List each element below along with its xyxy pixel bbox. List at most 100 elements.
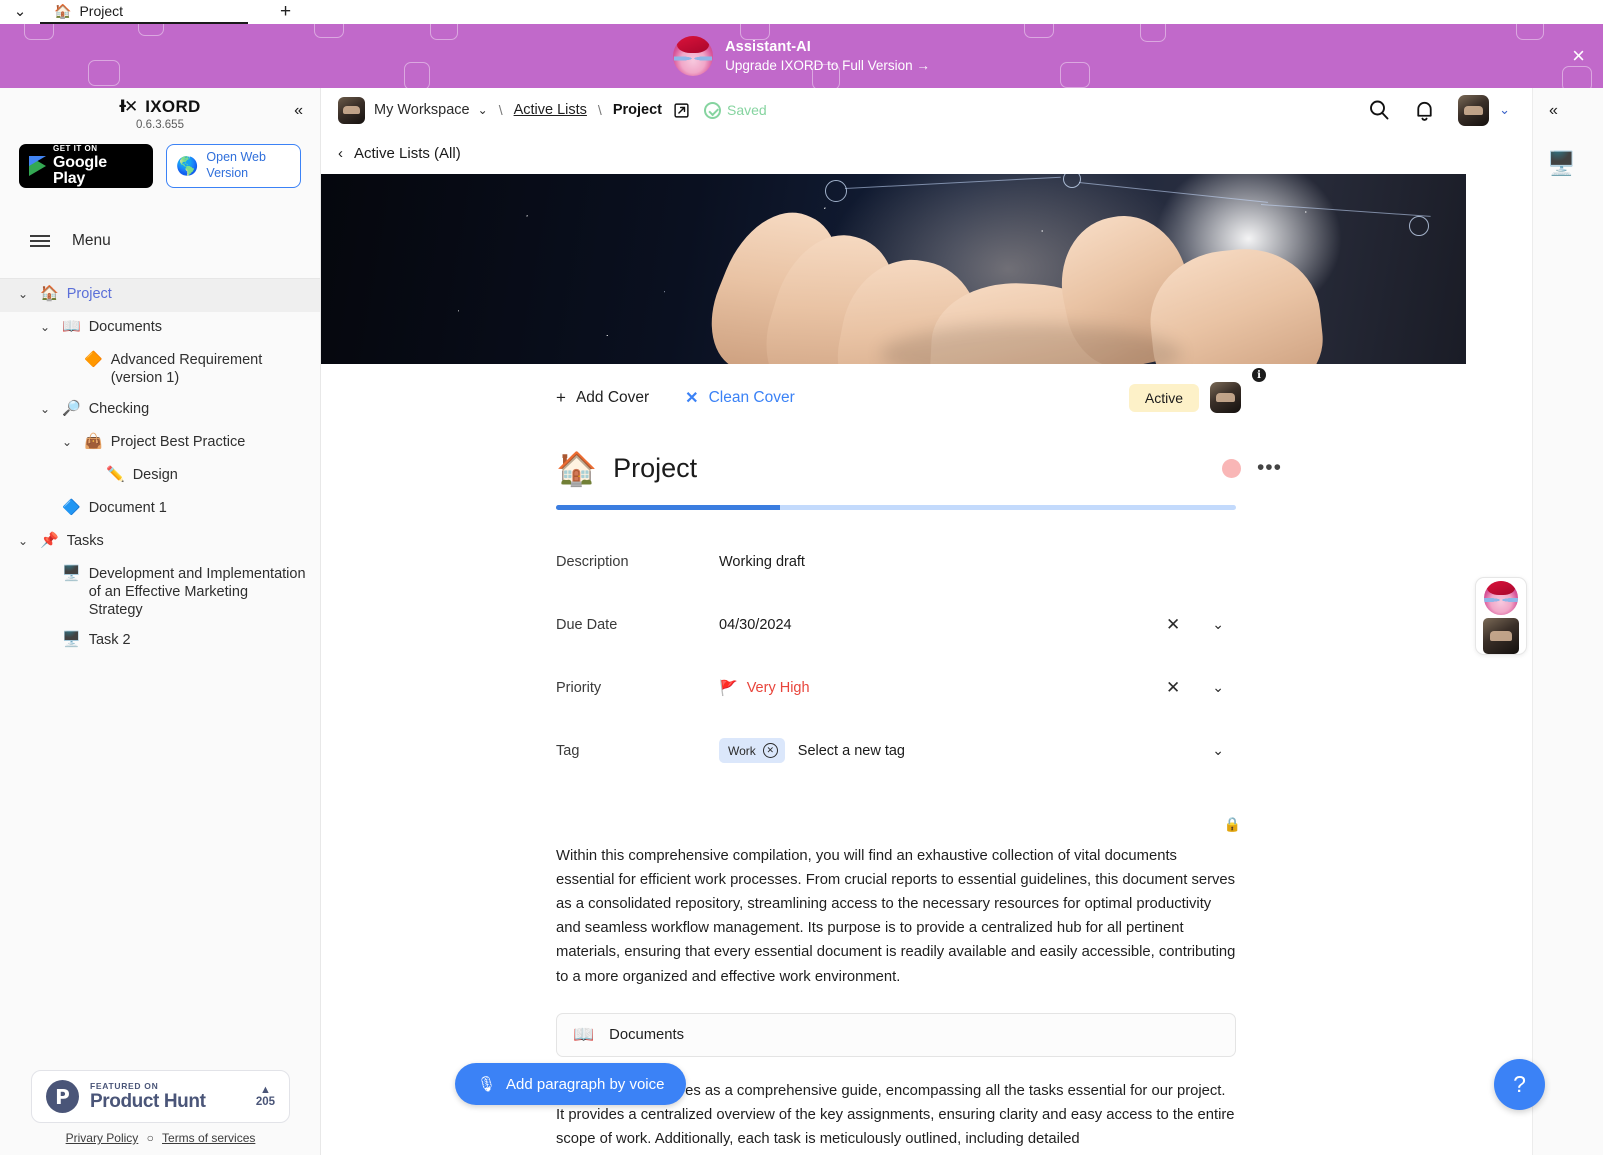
promo-title: Assistant-AI (725, 39, 811, 55)
property-row: Tag Work ✕ Select a new tag ✕⌄ (556, 719, 1236, 782)
sidebar-tree-item-label: Advanced Requirement (version 1) (110, 352, 263, 387)
record-title-row: 🏠 Project ••• (556, 450, 1281, 487)
property-value[interactable]: 🚩 Very High (719, 679, 1166, 697)
clean-cover-button[interactable]: ✕ Clean Cover (685, 388, 795, 408)
sidebar-tree-item-label: Tasks (66, 532, 104, 549)
rail-collapse-icon[interactable]: « (1549, 102, 1558, 120)
open-web-version-label: Open Web Version (206, 150, 266, 180)
privacy-policy-link[interactable]: Privary Policy (66, 1131, 139, 1145)
breadcrumb-active-lists[interactable]: Active Lists (514, 102, 587, 118)
tree-item-icon: 🖥️ (62, 631, 81, 649)
clean-cover-label: Clean Cover (708, 389, 795, 406)
assistant-ai-avatar[interactable] (1484, 581, 1518, 615)
sidebar-tree-item[interactable]: ✏️ Design (0, 460, 320, 493)
open-web-version-button[interactable]: 🌎 Open Web Version (166, 144, 301, 188)
chevron-down-icon[interactable]: ⌄ (478, 103, 488, 117)
promo-upgrade-link[interactable]: Upgrade IXORD to Full Version → (725, 58, 930, 73)
product-hunt-count: 205 (255, 1095, 275, 1108)
close-icon[interactable]: × (1572, 45, 1585, 67)
property-value[interactable]: Working draft (719, 554, 1224, 570)
sidebar-tree-item[interactable]: ⌄ 📖 Documents (0, 312, 320, 345)
search-icon[interactable] (1367, 98, 1391, 122)
add-cover-button[interactable]: + Add Cover (556, 388, 649, 408)
chevron-down-icon[interactable]: ⌄ (1212, 616, 1224, 633)
property-actions: ✕⌄ (1166, 741, 1236, 761)
sidebar-tree: ⌄ 🏠 Project ⌄ 📖 Documents 🔶 Advanced Requiremen… (0, 279, 320, 658)
app-version: 0.6.3.655 (136, 119, 184, 131)
sidebar-tree-item[interactable]: 🔷 Document 1 (0, 493, 320, 526)
breadcrumb-workspace[interactable]: My Workspace (374, 102, 470, 118)
ixord-logo-icon: Ɨ✕ (119, 97, 138, 117)
paragraph-1[interactable]: Within this comprehensive compilation, y… (556, 844, 1236, 989)
chevron-down-icon[interactable]: ⌄ (14, 285, 32, 301)
assignee-avatar[interactable] (1210, 382, 1241, 413)
terms-of-services-link[interactable]: Terms of services (162, 1131, 255, 1145)
property-row: Description Working draft (556, 530, 1236, 593)
clear-property-icon[interactable]: ✕ (1166, 615, 1180, 635)
sidebar-tree-item[interactable]: ⌄ 🏠 Project (0, 279, 320, 312)
page-title[interactable]: Project (613, 453, 697, 484)
chevron-down-icon[interactable]: ⌄ (1212, 679, 1224, 696)
house-icon: 🏠 (556, 450, 598, 487)
browser-tab-strip: ⌄ 🏠 Project + (0, 0, 1603, 24)
back-chevron-icon[interactable]: ‹ (338, 145, 343, 162)
chevron-down-icon[interactable]: ⌄ (58, 433, 76, 449)
tree-item-icon: 👜 (84, 432, 103, 450)
sidebar-tree-item-label: Documents (88, 319, 163, 335)
google-play-badge[interactable]: GET IT ON Google Play (19, 144, 153, 188)
property-value[interactable]: 04/30/2024 (719, 617, 1166, 633)
product-hunt-badge[interactable]: P FEATURED ON Product Hunt ▲ 205 (31, 1070, 290, 1123)
chevron-down-icon[interactable]: ⌄ (1212, 742, 1224, 759)
sidebar-collapse-icon[interactable]: « (294, 102, 303, 120)
info-icon[interactable]: i (1252, 368, 1266, 382)
browser-tab-project[interactable]: 🏠 Project (40, 0, 248, 24)
tag-chip[interactable]: Work ✕ (719, 738, 785, 763)
color-dot[interactable] (1221, 459, 1241, 478)
sidebar-tree-item[interactable]: 🖥️ Task 2 (0, 625, 320, 658)
sidebar-tree-item[interactable]: ⌄ 👜 Project Best Practice (0, 427, 320, 460)
upvote-icon: ▲ (259, 1083, 271, 1096)
progress-bar-fill (556, 505, 781, 510)
user-avatar[interactable] (1483, 618, 1519, 654)
sidebar-tree-item-label: Design (132, 466, 178, 483)
sidebar-tree-item[interactable]: 🔶 Advanced Requirement (version 1) (0, 345, 320, 394)
sidebar-tree-item[interactable]: 🖥️ Development and Implementation of an E… (0, 559, 320, 626)
user-avatar[interactable] (1458, 94, 1490, 126)
back-bar: ‹ Active Lists (All) (321, 132, 1532, 174)
breadcrumb-separator: \ (597, 102, 602, 118)
floating-participants-panel (1475, 577, 1527, 655)
open-external-icon[interactable] (673, 102, 690, 119)
back-label[interactable]: Active Lists (All) (354, 145, 461, 162)
new-tab-button[interactable]: + (280, 0, 291, 24)
status-badge[interactable]: Active (1128, 383, 1199, 412)
clear-property-icon[interactable]: ✕ (1166, 678, 1180, 698)
tag-chip-label: Work (728, 743, 756, 758)
property-value[interactable]: Work ✕ Select a new tag (719, 738, 1166, 763)
add-cover-label: Add Cover (575, 389, 650, 406)
add-paragraph-by-voice-button[interactable]: 🎙 Add paragraph by voice (455, 1063, 687, 1105)
property-actions: ✕⌄ (1166, 615, 1236, 635)
microphone-icon: 🎙 (477, 1076, 497, 1093)
sidebar-menu-label: Menu (72, 232, 111, 249)
sidebar-menu-button[interactable]: Menu (0, 216, 320, 266)
sidebar-tree-item[interactable]: ⌄ 📌 Tasks (0, 526, 320, 559)
tab-list-chevron-icon[interactable]: ⌄ (0, 0, 40, 24)
monitor-icon[interactable]: 🖥️ (1547, 150, 1576, 177)
help-button[interactable]: ? (1494, 1059, 1545, 1110)
property-row: Priority 🚩 Very High ✕ ⌄ (556, 656, 1236, 719)
globe-icon: 🌎 (176, 156, 199, 176)
chevron-down-icon[interactable]: ⌄ (1499, 102, 1510, 118)
more-options-icon[interactable]: ••• (1257, 457, 1282, 479)
bell-icon[interactable] (1413, 99, 1436, 122)
documents-card[interactable]: 📖 Documents (556, 1012, 1236, 1057)
property-label: Description (556, 553, 629, 570)
google-play-label: Google Play (53, 154, 107, 187)
tag-select-placeholder[interactable]: Select a new tag (798, 743, 905, 759)
tree-item-icon: 🔎 (62, 399, 81, 417)
chevron-down-icon[interactable]: ⌄ (36, 318, 54, 334)
chevron-down-icon[interactable]: ⌄ (14, 532, 32, 548)
remove-tag-icon[interactable]: ✕ (762, 743, 778, 758)
left-sidebar: Ɨ✕ IXORD 0.6.3.655 « GET IT ON Google Pl… (0, 88, 321, 1155)
chevron-down-icon[interactable]: ⌄ (36, 400, 54, 416)
sidebar-tree-item[interactable]: ⌄ 🔎 Checking (0, 394, 320, 427)
